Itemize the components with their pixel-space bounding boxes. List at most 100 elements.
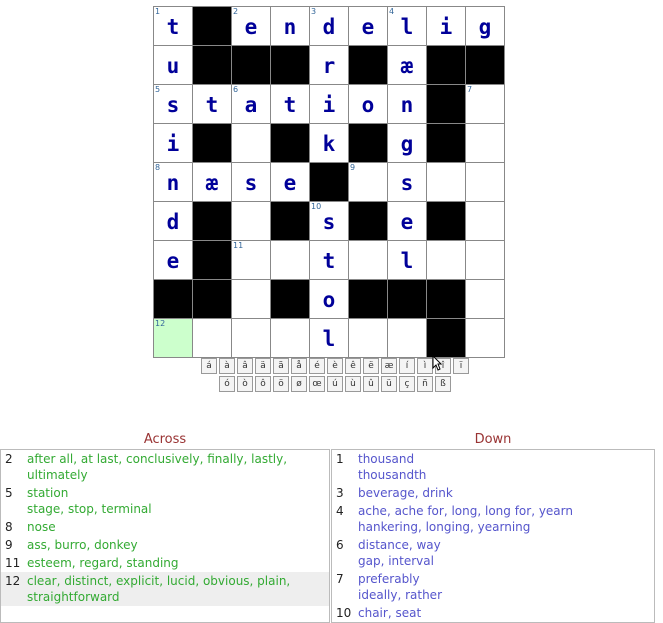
special-char-button[interactable]: ö bbox=[273, 376, 289, 392]
grid-cell[interactable]: 10 s bbox=[310, 202, 349, 241]
across-clue[interactable]: 2 after all, at last, conclusively, final… bbox=[1, 450, 329, 484]
clue-num: 9 bbox=[5, 538, 13, 552]
grid-cell[interactable]: 4l bbox=[388, 7, 427, 46]
grid-cell[interactable] bbox=[232, 280, 271, 319]
special-char-button[interactable]: ç bbox=[399, 376, 415, 392]
grid-cell[interactable] bbox=[349, 319, 388, 358]
across-clue[interactable]: 5 station stage, stop, terminal bbox=[1, 484, 329, 518]
special-char-button[interactable]: æ bbox=[381, 358, 397, 374]
special-char-button[interactable]: á bbox=[201, 358, 217, 374]
special-char-button[interactable]: ï bbox=[453, 358, 469, 374]
special-char-button[interactable]: œ bbox=[309, 376, 325, 392]
special-char-button[interactable]: û bbox=[363, 376, 379, 392]
special-char-button[interactable]: ò bbox=[237, 376, 253, 392]
special-char-button[interactable]: à bbox=[219, 358, 235, 374]
grid-cell[interactable]: g bbox=[466, 7, 505, 46]
across-clue[interactable]: 12 clear, distinct, explicit, lucid, obvi… bbox=[1, 572, 329, 606]
special-char-button[interactable]: ñ bbox=[417, 376, 433, 392]
grid-cell[interactable] bbox=[388, 319, 427, 358]
grid-cell[interactable]: g bbox=[388, 124, 427, 163]
clue-line: clear, distinct, explicit, lucid, obviou… bbox=[27, 574, 291, 588]
grid-cell[interactable] bbox=[193, 319, 232, 358]
special-char-button[interactable]: ø bbox=[291, 376, 307, 392]
grid-cell[interactable] bbox=[427, 241, 466, 280]
grid-cell[interactable] bbox=[466, 163, 505, 202]
grid-cell[interactable]: 7 bbox=[466, 85, 505, 124]
grid-cell[interactable]: u bbox=[154, 46, 193, 85]
down-clue[interactable]: 7 preferably ideally, rather bbox=[332, 570, 654, 604]
grid-cell[interactable]: 1t bbox=[154, 7, 193, 46]
grid-cell[interactable]: o bbox=[349, 85, 388, 124]
special-char-button[interactable]: ë bbox=[363, 358, 379, 374]
special-char-button[interactable]: é bbox=[309, 358, 325, 374]
grid-cell[interactable]: t bbox=[193, 85, 232, 124]
grid-cell[interactable]: 6a bbox=[232, 85, 271, 124]
down-clue[interactable]: 10 chair, seat bbox=[332, 604, 654, 622]
grid-cell[interactable] bbox=[466, 241, 505, 280]
grid-cell[interactable]: r bbox=[310, 46, 349, 85]
grid-cell[interactable] bbox=[349, 241, 388, 280]
down-clue[interactable]: 3 beverage, drink bbox=[332, 484, 654, 502]
across-clue[interactable]: 9 ass, burro, donkey bbox=[1, 536, 329, 554]
down-clue[interactable]: 6 distance, way gap, interval bbox=[332, 536, 654, 570]
special-char-button[interactable]: í bbox=[399, 358, 415, 374]
grid-cell[interactable]: l bbox=[310, 319, 349, 358]
grid-cell[interactable]: 2e bbox=[232, 7, 271, 46]
special-char-button[interactable]: â bbox=[237, 358, 253, 374]
across-clue[interactable]: 11 esteem, regard, standing bbox=[1, 554, 329, 572]
special-char-button[interactable]: ó bbox=[219, 376, 235, 392]
grid-cell[interactable]: i bbox=[427, 7, 466, 46]
grid-cell[interactable]: l bbox=[388, 241, 427, 280]
grid-cell[interactable] bbox=[466, 319, 505, 358]
grid-cell[interactable]: æ bbox=[193, 163, 232, 202]
grid-cell[interactable]: i bbox=[310, 85, 349, 124]
grid-cell[interactable] bbox=[271, 319, 310, 358]
grid-cell[interactable] bbox=[427, 163, 466, 202]
special-char-button[interactable]: ß bbox=[435, 376, 451, 392]
special-char-button[interactable]: ú bbox=[327, 376, 343, 392]
special-char-button[interactable]: ê bbox=[345, 358, 361, 374]
across-clue[interactable]: 8 nose bbox=[1, 518, 329, 536]
special-char-button[interactable]: ù bbox=[345, 376, 361, 392]
grid-cell[interactable]: n bbox=[388, 85, 427, 124]
grid-cell[interactable] bbox=[466, 280, 505, 319]
grid-cell[interactable]: e bbox=[154, 241, 193, 280]
grid-cell[interactable] bbox=[466, 124, 505, 163]
grid-cell[interactable]: 11 bbox=[232, 241, 271, 280]
clue-number: 5 bbox=[155, 85, 161, 94]
grid-cell[interactable]: e bbox=[271, 163, 310, 202]
grid-cell[interactable]: k bbox=[310, 124, 349, 163]
grid-cell[interactable]: 3d bbox=[310, 7, 349, 46]
down-clue[interactable]: 1 thousand thousandth bbox=[332, 450, 654, 484]
grid-cell[interactable]: t bbox=[271, 85, 310, 124]
grid-cell[interactable]: 9 bbox=[349, 163, 388, 202]
black-cell bbox=[427, 46, 466, 85]
special-char-button[interactable]: ü bbox=[381, 376, 397, 392]
grid-cell[interactable]: i bbox=[154, 124, 193, 163]
down-clue[interactable]: 4 ache, ache for, long, long for, yearn ha… bbox=[332, 502, 654, 536]
grid-cell[interactable]: s bbox=[232, 163, 271, 202]
grid-cell[interactable]: d bbox=[154, 202, 193, 241]
grid-cell[interactable] bbox=[466, 202, 505, 241]
grid-cell[interactable] bbox=[232, 319, 271, 358]
grid-cell[interactable]: n bbox=[271, 7, 310, 46]
grid-cell[interactable]: s bbox=[388, 163, 427, 202]
special-char-button[interactable]: ã bbox=[273, 358, 289, 374]
clue-line: preferably bbox=[358, 572, 420, 586]
grid-cell[interactable]: 5s bbox=[154, 85, 193, 124]
special-char-button[interactable]: è bbox=[327, 358, 343, 374]
grid-cell[interactable] bbox=[271, 241, 310, 280]
special-char-button[interactable]: ô bbox=[255, 376, 271, 392]
grid-cell[interactable]: e bbox=[349, 7, 388, 46]
special-char-button[interactable]: ì bbox=[417, 358, 433, 374]
special-char-button[interactable]: ä bbox=[255, 358, 271, 374]
grid-cell[interactable] bbox=[232, 202, 271, 241]
grid-cell[interactable]: o bbox=[310, 280, 349, 319]
grid-cell[interactable]: e bbox=[388, 202, 427, 241]
special-char-button[interactable]: å bbox=[291, 358, 307, 374]
grid-cell[interactable] bbox=[232, 124, 271, 163]
grid-cell[interactable]: t bbox=[310, 241, 349, 280]
grid-cell[interactable]: 8n bbox=[154, 163, 193, 202]
grid-cell[interactable]: 12 bbox=[154, 319, 193, 358]
grid-cell[interactable]: æ bbox=[388, 46, 427, 85]
